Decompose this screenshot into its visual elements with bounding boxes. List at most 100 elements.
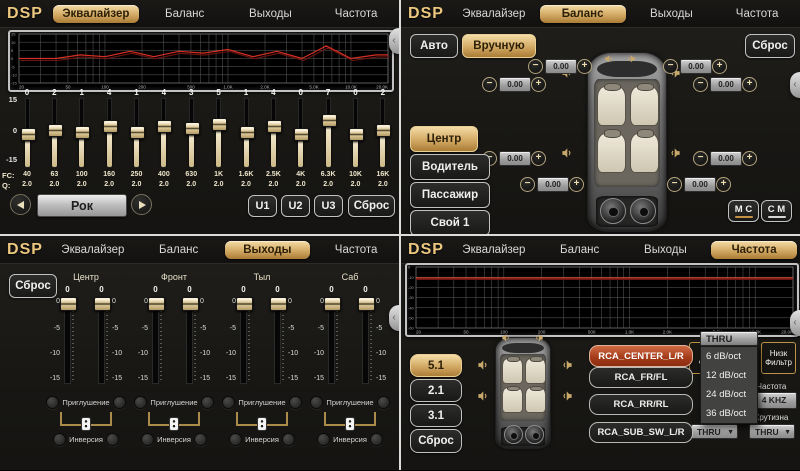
output-slider-zone[interactable]	[358, 297, 373, 383]
minus-button[interactable]: −	[667, 177, 682, 192]
output-slider[interactable]: 0	[60, 285, 75, 389]
plus-button[interactable]: +	[569, 177, 584, 192]
balance-preset-custom[interactable]: Свой 1	[410, 210, 490, 234]
tab-equalizer[interactable]: Эквалайзер	[451, 3, 537, 25]
balance-manual-button[interactable]: Вручную	[462, 34, 536, 58]
invert-checkbox-left[interactable]	[53, 433, 66, 446]
rca-channel-button[interactable]: RCA_RR/RL	[589, 394, 693, 415]
tab-frequency[interactable]: Частота	[313, 239, 399, 261]
rca-channel-button[interactable]: RCA_SUB_SW_L/R	[589, 422, 693, 443]
slider-knob[interactable]	[240, 126, 255, 139]
drawer-handle[interactable]: ‹	[790, 310, 800, 336]
slider-knob[interactable]	[182, 297, 199, 311]
output-slider-zone[interactable]	[148, 297, 163, 383]
eq-band-slider[interactable]	[261, 99, 285, 167]
output-slider[interactable]: 0	[182, 285, 197, 389]
memory-button-u3[interactable]: U3	[314, 195, 343, 217]
tab-frequency[interactable]: Частота	[313, 3, 399, 25]
low-filter-tab[interactable]: Низк Фильтр	[761, 342, 796, 374]
plus-button[interactable]: +	[531, 77, 546, 92]
mode-button-5-1[interactable]: 5.1	[410, 354, 462, 377]
plus-button[interactable]: +	[716, 177, 731, 192]
output-slider-zone[interactable]	[324, 297, 339, 383]
eq-reset-button[interactable]: Сброс	[348, 195, 395, 217]
mute-checkbox-left[interactable]	[134, 396, 147, 409]
eq-band-slider[interactable]	[289, 99, 313, 167]
invert-checkbox-right[interactable]	[370, 433, 383, 446]
slider-knob[interactable]	[185, 122, 200, 135]
eq-band-slider[interactable]	[42, 99, 66, 167]
dropdown-option[interactable]: 12 dB/oct	[701, 366, 757, 385]
eq-band-slider[interactable]	[70, 99, 94, 167]
thru-select-right[interactable]: THRU ▼	[749, 424, 795, 439]
output-slider[interactable]: 0	[236, 285, 251, 389]
preset-display[interactable]: Рок	[37, 194, 127, 217]
output-slider-zone[interactable]	[182, 297, 197, 383]
slider-knob[interactable]	[376, 124, 391, 137]
tab-balance[interactable]: Баланс	[142, 3, 228, 25]
tab-outputs[interactable]: Выходы	[629, 3, 715, 25]
output-slider[interactable]: 0	[358, 285, 373, 389]
mute-checkbox-left[interactable]	[310, 396, 323, 409]
minus-button[interactable]: −	[693, 151, 708, 166]
mode-button-3-1[interactable]: 3.1	[410, 404, 462, 427]
invert-checkbox-left[interactable]	[229, 433, 242, 446]
slider-knob[interactable]	[130, 126, 145, 139]
slider-knob[interactable]	[212, 118, 227, 131]
dropdown-option[interactable]: 6 dB/oct	[701, 347, 757, 366]
plus-button[interactable]: +	[742, 151, 757, 166]
slider-knob[interactable]	[60, 297, 77, 311]
slider-knob[interactable]	[322, 114, 337, 127]
plus-button[interactable]: +	[742, 77, 757, 92]
output-slider-zone[interactable]	[270, 297, 285, 383]
eq-band-slider[interactable]	[15, 99, 39, 167]
eq-band-slider[interactable]	[371, 99, 395, 167]
invert-checkbox-right[interactable]	[194, 433, 207, 446]
preset-next-button[interactable]	[131, 194, 152, 215]
slider-knob[interactable]	[21, 128, 36, 141]
mode-button-2-1[interactable]: 2.1	[410, 379, 462, 402]
tab-balance[interactable]: Баланс	[136, 239, 222, 261]
tab-balance[interactable]: Баланс	[537, 239, 623, 261]
drawer-handle[interactable]: ‹	[790, 72, 800, 98]
mute-checkbox-right[interactable]	[201, 396, 214, 409]
output-slider[interactable]: 0	[148, 285, 163, 389]
thru-select-left[interactable]: THRU ▼	[691, 424, 738, 439]
eq-band-slider[interactable]	[179, 99, 203, 167]
rca-channel-button[interactable]: RCA_FR/FL	[589, 367, 693, 388]
slider-knob[interactable]	[349, 128, 364, 141]
eq-band-slider[interactable]	[316, 99, 340, 167]
tab-outputs[interactable]: Выходы	[225, 241, 311, 259]
eq-band-slider[interactable]	[97, 99, 121, 167]
slider-knob[interactable]	[148, 297, 165, 311]
output-slider-zone[interactable]	[60, 297, 75, 383]
dropdown-option[interactable]: 24 dB/oct	[701, 385, 757, 404]
minus-button[interactable]: −	[482, 77, 497, 92]
plus-button[interactable]: +	[531, 151, 546, 166]
balance-preset-center[interactable]: Центр	[410, 126, 478, 152]
invert-checkbox-left[interactable]	[141, 433, 154, 446]
eq-band-slider[interactable]	[152, 99, 176, 167]
minus-button[interactable]: −	[528, 59, 543, 74]
eq-band-slider[interactable]	[234, 99, 258, 167]
slider-knob[interactable]	[294, 128, 309, 141]
mc-button[interactable]: M C	[728, 200, 759, 222]
slider-knob[interactable]	[236, 297, 253, 311]
tab-equalizer[interactable]: Эквалайзер	[50, 239, 136, 261]
slider-knob[interactable]	[358, 297, 375, 311]
slider-knob[interactable]	[75, 126, 90, 139]
minus-button[interactable]: −	[663, 59, 678, 74]
rca-channel-button[interactable]: RCA_CENTER_L/R	[589, 345, 693, 367]
eq-band-slider[interactable]	[207, 99, 231, 167]
output-slider-zone[interactable]	[94, 297, 109, 383]
invert-checkbox-right[interactable]	[106, 433, 119, 446]
minus-button[interactable]: −	[520, 177, 535, 192]
mute-checkbox-left[interactable]	[46, 396, 59, 409]
tab-equalizer[interactable]: Эквалайзер	[53, 5, 139, 23]
slider-knob[interactable]	[324, 297, 341, 311]
invert-checkbox-right[interactable]	[282, 433, 295, 446]
balance-preset-driver[interactable]: Водитель	[410, 154, 490, 180]
output-slider[interactable]: 0	[324, 285, 339, 389]
balance-reset-button[interactable]: Сброс	[745, 34, 795, 58]
output-slider-zone[interactable]	[236, 297, 251, 383]
